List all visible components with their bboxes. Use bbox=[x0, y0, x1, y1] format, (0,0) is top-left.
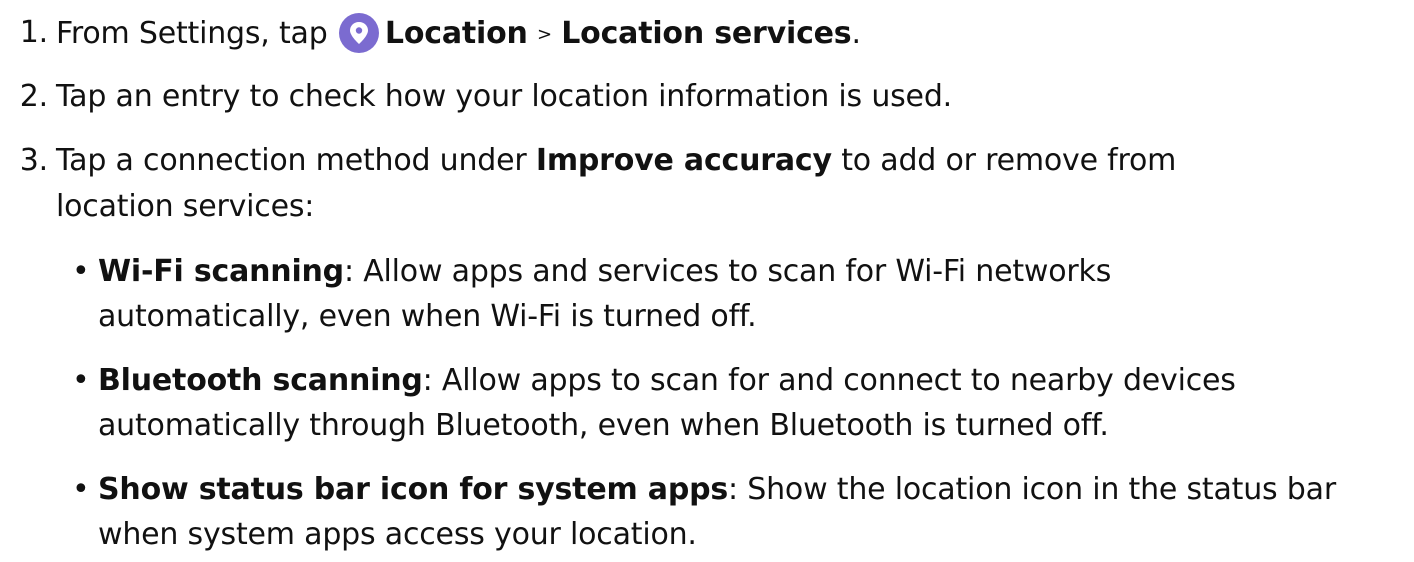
bullet-title: Bluetooth scanning bbox=[98, 363, 423, 398]
bullet-text-line-2: automatically, even when Wi-Fi is turned… bbox=[98, 299, 757, 334]
bullet-text-line-2: when system apps access your location. bbox=[98, 517, 697, 552]
step-number: 3. bbox=[19, 143, 48, 178]
bullet-text-line-2: automatically through Bluetooth, even wh… bbox=[98, 408, 1109, 443]
bullet-bluetooth-scanning: Bluetooth scanning: Allow apps to scan f… bbox=[98, 361, 1236, 401]
step-text-end: to add or remove from bbox=[841, 143, 1177, 178]
bullet-marker: • bbox=[72, 363, 90, 398]
step-text-end: . bbox=[851, 16, 861, 51]
path-separator: > bbox=[537, 24, 552, 45]
instructions-document: 1. From Settings, tap Location > Locatio… bbox=[0, 0, 1414, 562]
step-number: 2. bbox=[19, 79, 48, 114]
bullet-title: Wi-Fi scanning bbox=[98, 254, 344, 289]
location-services-label: Location services bbox=[561, 16, 852, 51]
bullet-status-bar-icon: Show status bar icon for system apps: Sh… bbox=[98, 470, 1336, 510]
location-pin-icon bbox=[338, 13, 379, 53]
bullet-text: : Allow apps to scan for and connect to … bbox=[422, 363, 1236, 398]
bullet-title: Show status bar icon for system apps bbox=[98, 472, 729, 507]
improve-accuracy-label: Improve accuracy bbox=[535, 143, 832, 178]
bullet-text: : Show the location icon in the status b… bbox=[728, 472, 1336, 507]
step-text: Tap an entry to check how your location … bbox=[56, 79, 952, 114]
bullet-text: : Allow apps and services to scan for Wi… bbox=[343, 254, 1112, 289]
step-text: Tap a connection method under bbox=[56, 143, 527, 178]
location-label: Location bbox=[384, 16, 528, 51]
bullet-wifi-scanning: Wi-Fi scanning: Allow apps and services … bbox=[98, 252, 1111, 292]
step-3-line-2: location services: bbox=[56, 189, 315, 224]
step-number: 1. bbox=[19, 15, 48, 50]
bullet-marker: • bbox=[72, 254, 90, 289]
bullet-marker: • bbox=[72, 472, 90, 507]
step-text: From Settings, tap bbox=[56, 16, 328, 51]
